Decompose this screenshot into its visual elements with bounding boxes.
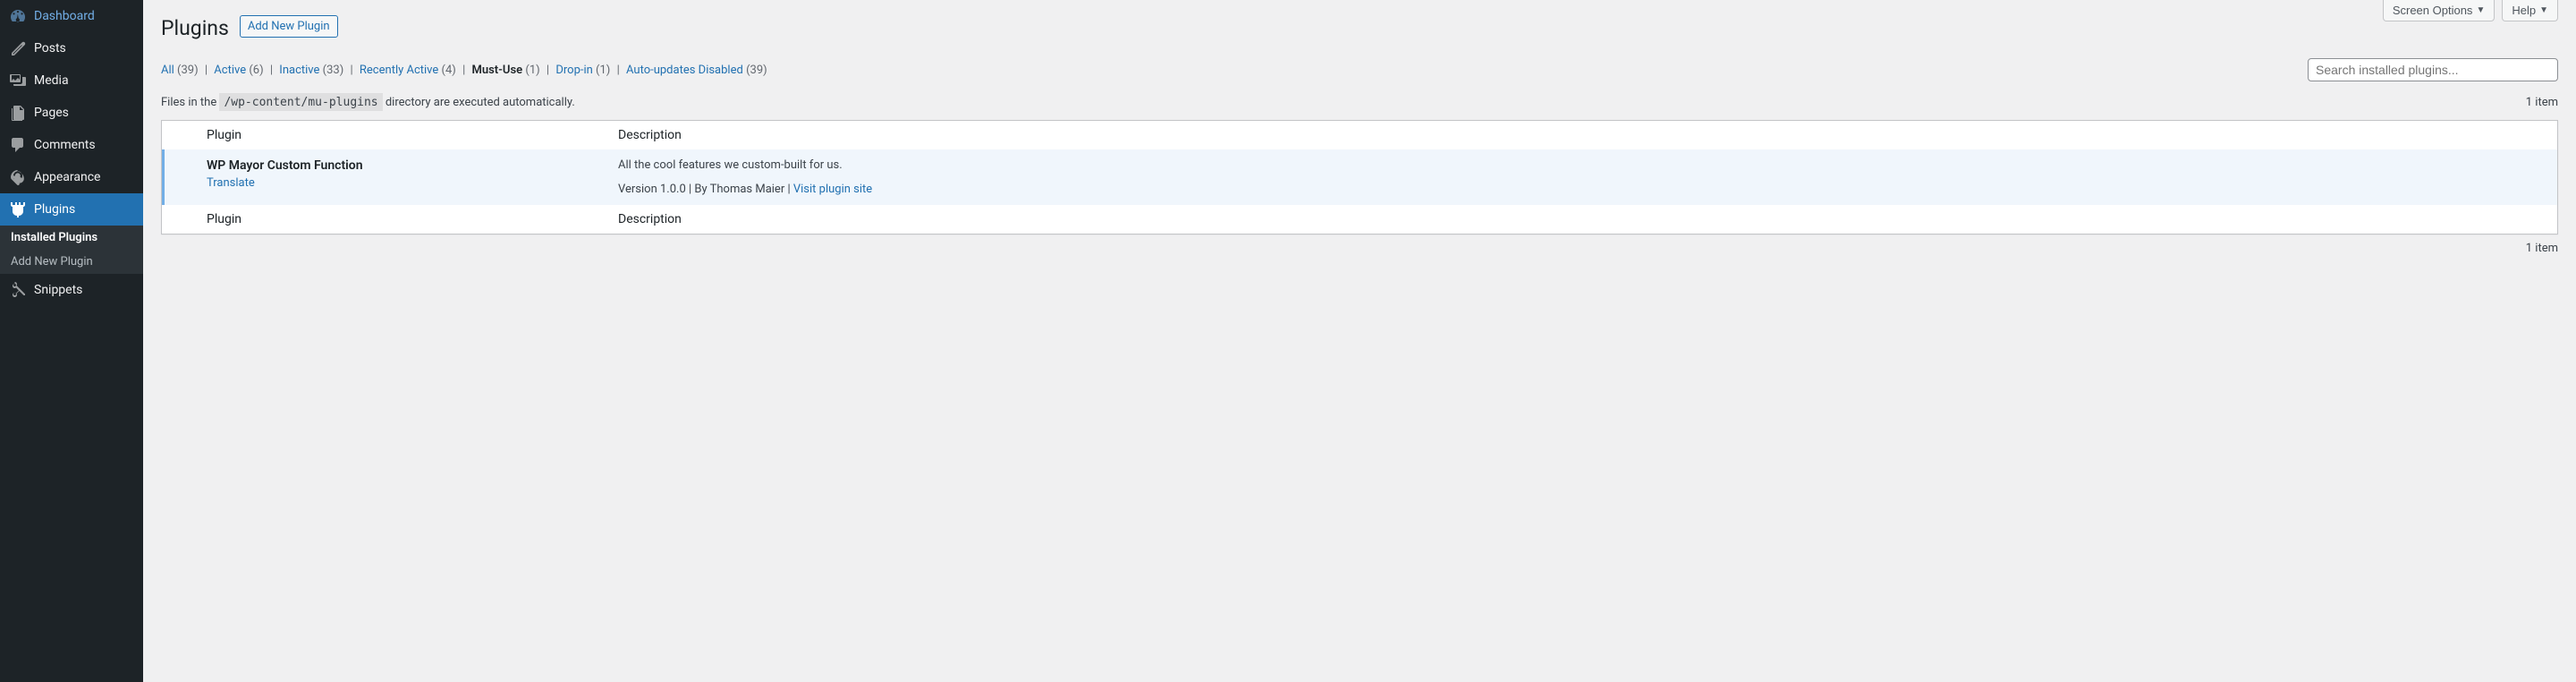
separator: |: [205, 64, 208, 77]
plugins-icon: [9, 200, 27, 218]
col-description-footer: Description: [609, 205, 2557, 234]
add-new-plugin-button[interactable]: Add New Plugin: [240, 15, 338, 38]
plugin-author: By Thomas Maier: [694, 183, 784, 196]
plugin-row: WP Mayor Custom Function Translate All t…: [162, 149, 2557, 205]
plugins-table: Plugin Description WP Mayor Custom Funct…: [161, 120, 2558, 234]
filter-must-use[interactable]: Must-Use: [471, 64, 522, 77]
main-content: Screen Options▼ Help▼ Plugins Add New Pl…: [143, 0, 2576, 682]
sidebar-label: Posts: [34, 41, 66, 55]
heading-row: Plugins Add New Plugin: [161, 0, 2558, 44]
separator: |: [350, 64, 352, 77]
caret-down-icon: ▼: [2476, 5, 2485, 15]
search-box: [2308, 58, 2558, 81]
posts-icon: [9, 39, 27, 57]
plugin-meta: Version 1.0.0 | By Thomas Maier | Visit …: [618, 183, 2548, 196]
submenu-add-new-plugin[interactable]: Add New Plugin: [0, 250, 143, 274]
separator: |: [547, 64, 549, 77]
item-count-top: 1 item: [2526, 96, 2558, 109]
separator: |: [617, 64, 620, 77]
sidebar-item-pages[interactable]: Pages: [0, 97, 143, 129]
sidebar-label: Media: [34, 73, 69, 88]
sidebar-item-dashboard[interactable]: Dashboard: [0, 0, 143, 32]
sidebar-item-comments[interactable]: Comments: [0, 129, 143, 161]
dashboard-icon: [9, 7, 27, 25]
filter-inactive-count: (33): [323, 64, 344, 77]
screen-options-button[interactable]: Screen Options▼: [2383, 0, 2496, 21]
comments-icon: [9, 136, 27, 154]
item-count-bottom: 1 item: [161, 242, 2558, 255]
sidebar-label: Snippets: [34, 283, 82, 297]
col-plugin-header: Plugin: [198, 121, 609, 149]
filter-active[interactable]: Active: [214, 64, 246, 77]
sidebar-item-posts[interactable]: Posts: [0, 32, 143, 64]
screen-options-label: Screen Options: [2393, 4, 2473, 17]
sidebar-label: Appearance: [34, 170, 100, 184]
plugin-filters: All (39) | Active (6) | Inactive (33) | …: [161, 64, 767, 77]
col-checkbox: [162, 121, 198, 149]
filter-recently-active[interactable]: Recently Active: [360, 64, 438, 77]
visit-plugin-site-link[interactable]: Visit plugin site: [793, 183, 872, 196]
filter-drop-in[interactable]: Drop-in: [555, 64, 592, 77]
filter-all-count: (39): [177, 64, 199, 77]
appearance-icon: [9, 168, 27, 186]
help-button[interactable]: Help▼: [2502, 0, 2558, 21]
search-input[interactable]: [2308, 58, 2558, 81]
sidebar-label: Pages: [34, 106, 69, 120]
pages-icon: [9, 104, 27, 122]
caret-down-icon: ▼: [2539, 5, 2548, 15]
col-plugin-footer: Plugin: [198, 205, 609, 234]
media-icon: [9, 72, 27, 90]
sidebar-item-media[interactable]: Media: [0, 64, 143, 97]
admin-sidebar: Dashboard Posts Media Pages Comments App…: [0, 0, 143, 682]
filter-must-use-count: (1): [525, 64, 539, 77]
filter-auto-updates-disabled[interactable]: Auto-updates Disabled: [626, 64, 743, 77]
filter-active-count: (6): [249, 64, 263, 77]
filter-recently-active-count: (4): [442, 64, 456, 77]
sidebar-item-snippets[interactable]: Snippets: [0, 274, 143, 306]
filter-inactive[interactable]: Inactive: [279, 64, 319, 77]
filter-row: All (39) | Active (6) | Inactive (33) | …: [161, 58, 2558, 81]
col-description-header: Description: [609, 121, 2557, 149]
snippets-icon: [9, 281, 27, 299]
sidebar-item-plugins[interactable]: Plugins: [0, 193, 143, 226]
top-buttons: Screen Options▼ Help▼: [2383, 0, 2558, 21]
filter-all[interactable]: All: [161, 64, 174, 77]
help-label: Help: [2512, 4, 2536, 17]
translate-link[interactable]: Translate: [207, 176, 255, 190]
sidebar-label: Comments: [34, 138, 96, 152]
plugin-version: Version 1.0.0: [618, 183, 686, 196]
separator: |: [270, 64, 273, 77]
mu-plugins-path: /wp-content/mu-plugins: [219, 93, 382, 111]
plugins-submenu: Installed Plugins Add New Plugin: [0, 226, 143, 274]
separator: |: [462, 64, 465, 77]
filter-auto-updates-count: (39): [746, 64, 767, 77]
col-checkbox-foot: [162, 205, 198, 234]
checkbox-cell: [162, 149, 198, 205]
plugin-name: WP Mayor Custom Function: [207, 158, 600, 176]
sidebar-label: Plugins: [34, 202, 75, 217]
sidebar-item-appearance[interactable]: Appearance: [0, 161, 143, 193]
mu-plugins-note: Files in the /wp-content/mu-plugins dire…: [161, 96, 575, 109]
note-row: Files in the /wp-content/mu-plugins dire…: [161, 96, 2558, 109]
filter-drop-in-count: (1): [596, 64, 610, 77]
page-title: Plugins: [161, 8, 229, 44]
sidebar-label: Dashboard: [34, 9, 95, 23]
submenu-installed-plugins[interactable]: Installed Plugins: [0, 226, 143, 250]
plugin-description: All the cool features we custom-built fo…: [618, 158, 2548, 172]
